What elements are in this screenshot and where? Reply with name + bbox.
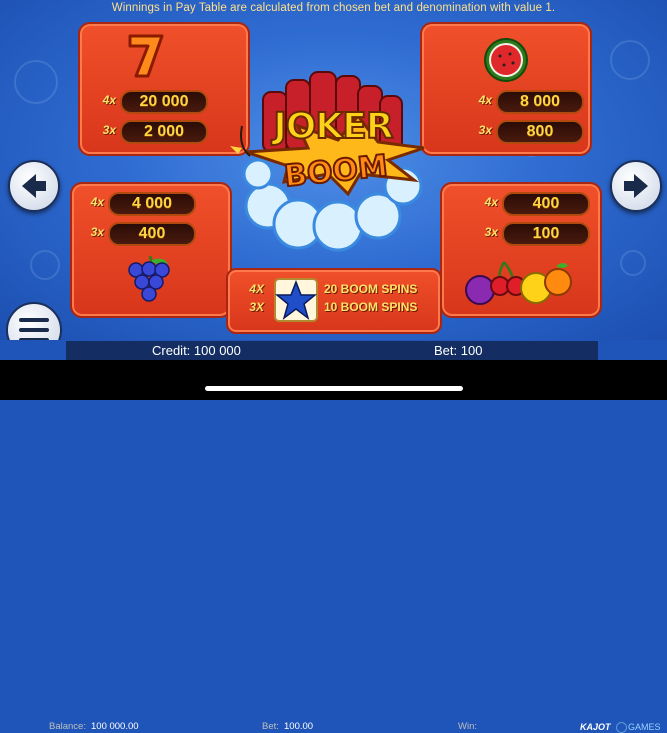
menu-button[interactable] <box>6 302 62 340</box>
multiplier-label: 3x <box>90 225 104 239</box>
brand-circle-icon <box>616 722 627 733</box>
credit-display: Credit: 100 000 <box>152 343 241 358</box>
payout-value: 400 <box>502 192 590 216</box>
paytable-row: 3x 800 <box>466 120 586 144</box>
credit-bet-bar: Credit: 100 000 Bet: 100 <box>66 341 598 360</box>
logo-joker-text: JOKER <box>272 105 394 148</box>
bottom-info-bar: Balance: 100 000.00 Bet: 100.00 Win: KAJ… <box>0 360 667 733</box>
payout-value: 100 <box>502 222 590 246</box>
grapes-icon <box>128 255 170 302</box>
bubble-decoration <box>610 40 650 80</box>
paytable-row: 4x 20 000 <box>90 90 210 114</box>
bubble-decoration <box>14 60 58 104</box>
previous-page-button[interactable] <box>8 160 60 212</box>
payout-value: 8 000 <box>496 90 584 114</box>
paytable-screen: Winnings in Pay Table are calculated fro… <box>0 0 667 340</box>
seven-icon <box>128 34 164 78</box>
multiplier-label: 4x <box>102 93 116 107</box>
paytable-row: 4x 4 000 <box>78 192 198 216</box>
brand-suffix: GAMES <box>628 722 661 732</box>
paytable-row: 4x 8 000 <box>466 90 586 114</box>
arrow-left-icon <box>22 174 46 198</box>
payout-value: 20 000 <box>120 90 208 114</box>
payout-value: 4 000 <box>108 192 196 216</box>
multiplier-label: 3x <box>102 123 116 137</box>
brand-logo: KAJOT <box>580 722 611 732</box>
paytable-panel-cherries: 4x 400 3x 100 <box>440 182 602 318</box>
win-label: Win: <box>458 721 477 732</box>
bonus-spins-text: 10 BOOM SPINS <box>324 300 418 314</box>
paytable-row: 4x 400 <box>472 192 592 216</box>
bubble-decoration <box>620 250 646 276</box>
multiplier-label: 4x <box>90 195 104 209</box>
cherries-icon <box>465 261 572 305</box>
bonus-spins-text: 20 BOOM SPINS <box>324 282 418 296</box>
paytable-panel-seven: 4x 20 000 3x 2 000 <box>78 22 250 156</box>
watermelon-icon <box>484 38 528 82</box>
multiplier-label: 3X <box>249 300 264 314</box>
bet-display: Bet: 100 <box>434 343 483 358</box>
multiplier-label: 4x <box>484 195 498 209</box>
paytable-panel-watermelon: 4x 8 000 3x 800 <box>420 22 592 156</box>
bet-value: 100.00 <box>284 721 314 732</box>
balance-label: Balance: <box>49 721 86 732</box>
bubble-decoration <box>30 250 60 280</box>
game-logo: JOKER BOOM <box>228 56 438 266</box>
multiplier-label: 4X <box>249 282 264 296</box>
paytable-info-text: Winnings in Pay Table are calculated fro… <box>111 2 556 14</box>
multiplier-label: 4x <box>478 93 492 107</box>
multiplier-label: 3x <box>478 123 492 137</box>
hamburger-menu-icon <box>19 318 49 340</box>
payout-value: 800 <box>496 120 584 144</box>
bet-label: Bet: <box>262 721 279 732</box>
paytable-panel-grapes: 4x 4 000 3x 400 <box>70 182 232 318</box>
payout-value: 400 <box>108 222 196 246</box>
balance-value: 100 000.00 <box>91 721 139 732</box>
paytable-row: 3x 100 <box>472 222 592 246</box>
arrow-right-icon <box>624 174 648 198</box>
paytable-panel-bonus: 4X 3X 20 BOOM SPINS 10 BOOM SPINS <box>226 268 442 334</box>
star-icon <box>274 278 318 322</box>
multiplier-label: 3x <box>484 225 498 239</box>
payout-value: 2 000 <box>120 120 208 144</box>
home-indicator[interactable] <box>205 386 463 391</box>
next-page-button[interactable] <box>610 160 662 212</box>
paytable-row: 3x 400 <box>78 222 198 246</box>
paytable-row: 3x 2 000 <box>90 120 210 144</box>
